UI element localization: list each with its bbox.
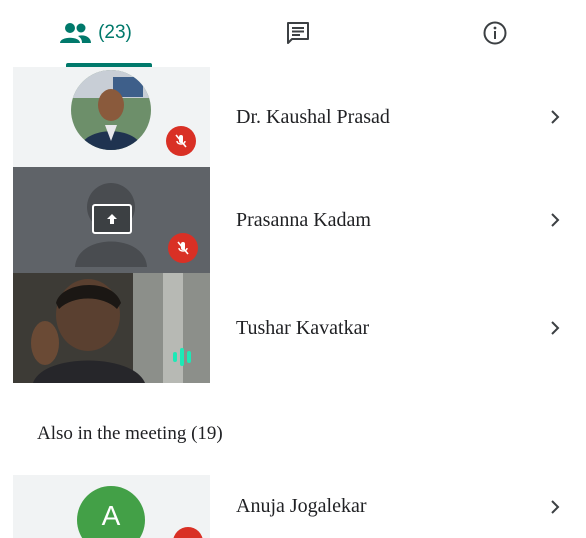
- avatar: A: [77, 486, 145, 538]
- chevron-right-icon[interactable]: [545, 318, 565, 338]
- participant-name: Tushar Kavatkar: [236, 316, 370, 339]
- also-in-meeting-heading: Also in the meeting (19): [37, 423, 223, 444]
- tab-bar: (23): [0, 0, 586, 67]
- participant-row[interactable]: Tushar Kavatkar: [0, 273, 586, 383]
- mic-off-icon: [168, 233, 198, 263]
- participant-name: Dr. Kaushal Prasad: [236, 105, 390, 128]
- participant-row[interactable]: A Anuja Jogalekar: [0, 475, 586, 538]
- tab-people[interactable]: (23): [30, 0, 160, 66]
- chevron-right-icon[interactable]: [545, 210, 565, 230]
- avatar-letter: A: [101, 500, 121, 531]
- info-icon: [483, 21, 507, 45]
- participant-tile: A: [13, 475, 210, 538]
- chat-icon: [287, 22, 309, 44]
- participant-row[interactable]: Prasanna Kadam: [0, 167, 586, 273]
- present-screen-icon: [92, 204, 132, 234]
- participant-tile: [13, 273, 210, 383]
- participant-name: Prasanna Kadam: [236, 208, 371, 231]
- mic-off-icon: [166, 126, 196, 156]
- mic-off-icon: [173, 527, 203, 538]
- people-icon: [60, 23, 92, 43]
- chevron-right-icon[interactable]: [545, 497, 565, 517]
- participant-row[interactable]: Dr. Kaushal Prasad: [0, 67, 586, 167]
- tab-info[interactable]: [455, 0, 535, 66]
- participant-tile: [13, 67, 210, 167]
- chevron-right-icon[interactable]: [545, 107, 565, 127]
- speaking-indicator-icon: [169, 346, 195, 368]
- participant-name: Anuja Jogalekar: [236, 495, 367, 517]
- participant-count: (23): [98, 22, 132, 43]
- tab-chat[interactable]: [258, 0, 338, 66]
- participant-tile: [13, 167, 210, 273]
